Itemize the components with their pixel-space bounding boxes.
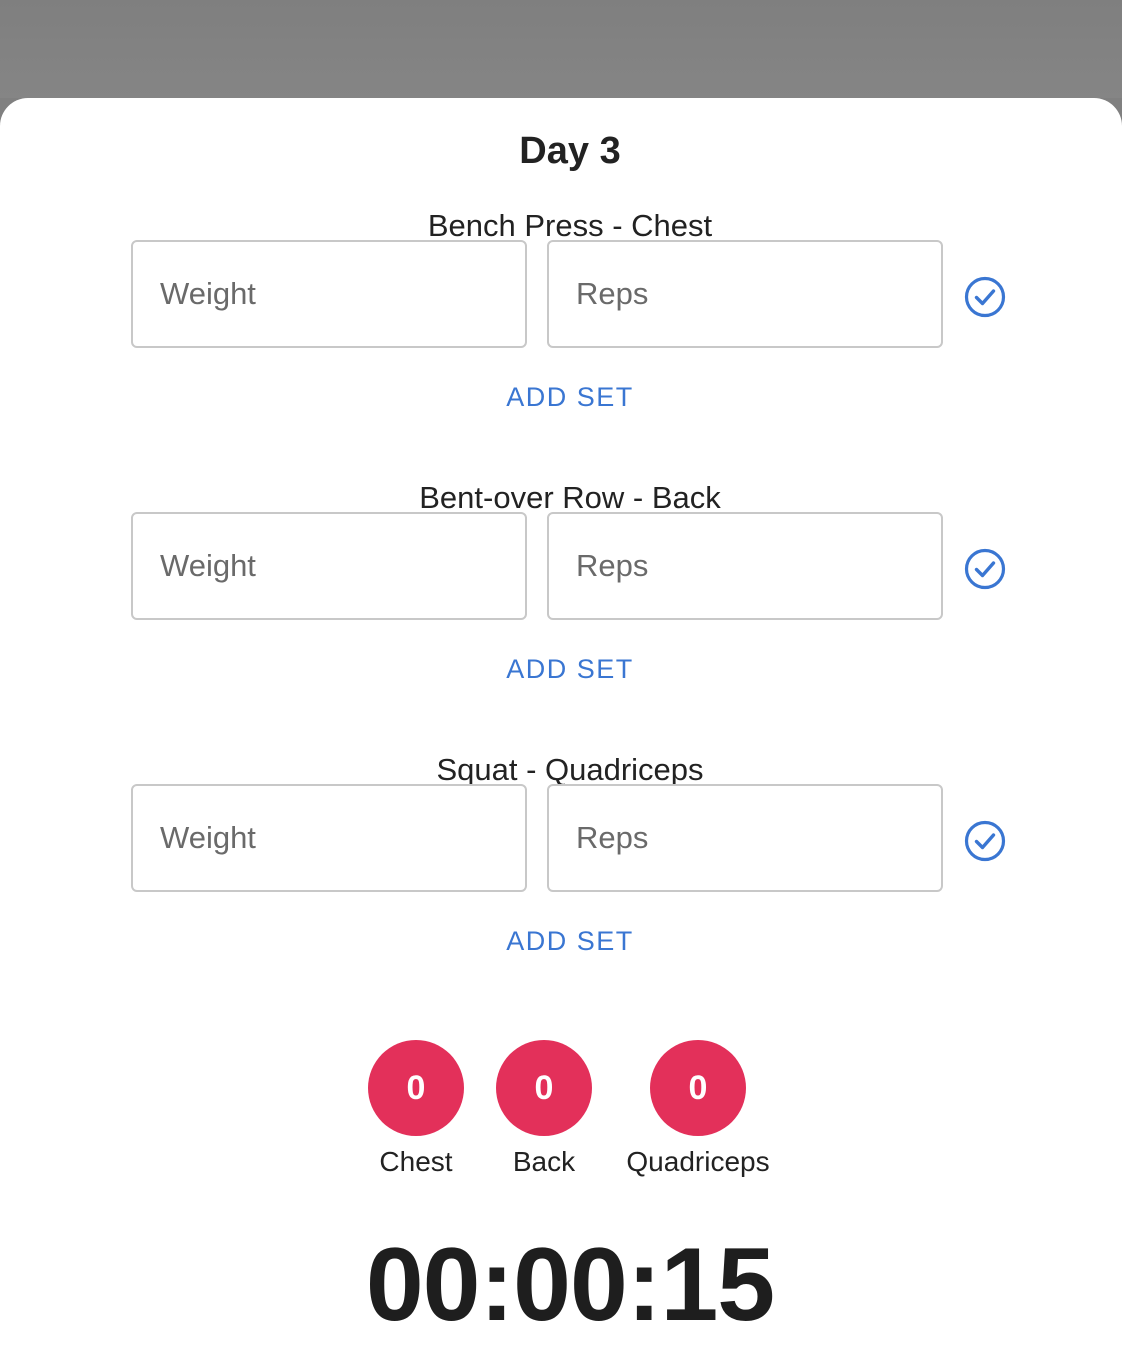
muscle-counter-chest: 0 Chest bbox=[368, 1040, 464, 1178]
check-circle-icon[interactable] bbox=[963, 275, 1007, 319]
reps-input[interactable] bbox=[547, 240, 943, 348]
weight-input[interactable] bbox=[131, 240, 527, 348]
check-circle-icon[interactable] bbox=[963, 819, 1007, 863]
add-set-button[interactable]: ADD SET bbox=[0, 382, 1122, 413]
exercise-card-squat: Squat - Quadriceps ADD SET bbox=[0, 752, 1122, 992]
muscle-label: Back bbox=[512, 1146, 576, 1177]
workout-timer: 00:00:15 bbox=[365, 1227, 775, 1343]
exercise-card-bench-press: Bench Press - Chest ADD SET bbox=[0, 208, 1122, 448]
reps-input[interactable] bbox=[547, 512, 943, 620]
muscle-label: Quadriceps bbox=[626, 1146, 770, 1177]
add-set-button[interactable]: ADD SET bbox=[0, 654, 1122, 685]
weight-input[interactable] bbox=[131, 784, 527, 892]
muscle-counter-quadriceps: 0 Quadriceps bbox=[618, 1040, 778, 1178]
muscle-label: Chest bbox=[379, 1146, 453, 1177]
exercise-name: Bench Press - Chest bbox=[427, 208, 713, 243]
add-set-button[interactable]: ADD SET bbox=[0, 926, 1122, 957]
set-count-badge: 0 bbox=[496, 1040, 592, 1136]
workout-sheet: Day 3 Bench Press - Chest ADD SET Bent-o… bbox=[0, 98, 1122, 1364]
reps-input[interactable] bbox=[547, 784, 943, 892]
modal-backdrop[interactable] bbox=[0, 0, 1122, 98]
exercise-card-bent-over-row: Bent-over Row - Back ADD SET bbox=[0, 480, 1122, 720]
set-count-badge: 0 bbox=[650, 1040, 746, 1136]
check-circle-icon[interactable] bbox=[963, 547, 1007, 591]
workout-title: Day 3 bbox=[519, 130, 621, 172]
exercise-name: Squat - Quadriceps bbox=[436, 752, 704, 787]
set-count-badge: 0 bbox=[368, 1040, 464, 1136]
weight-input[interactable] bbox=[131, 512, 527, 620]
muscle-counter-back: 0 Back bbox=[496, 1040, 592, 1178]
exercise-name: Bent-over Row - Back bbox=[419, 480, 721, 515]
